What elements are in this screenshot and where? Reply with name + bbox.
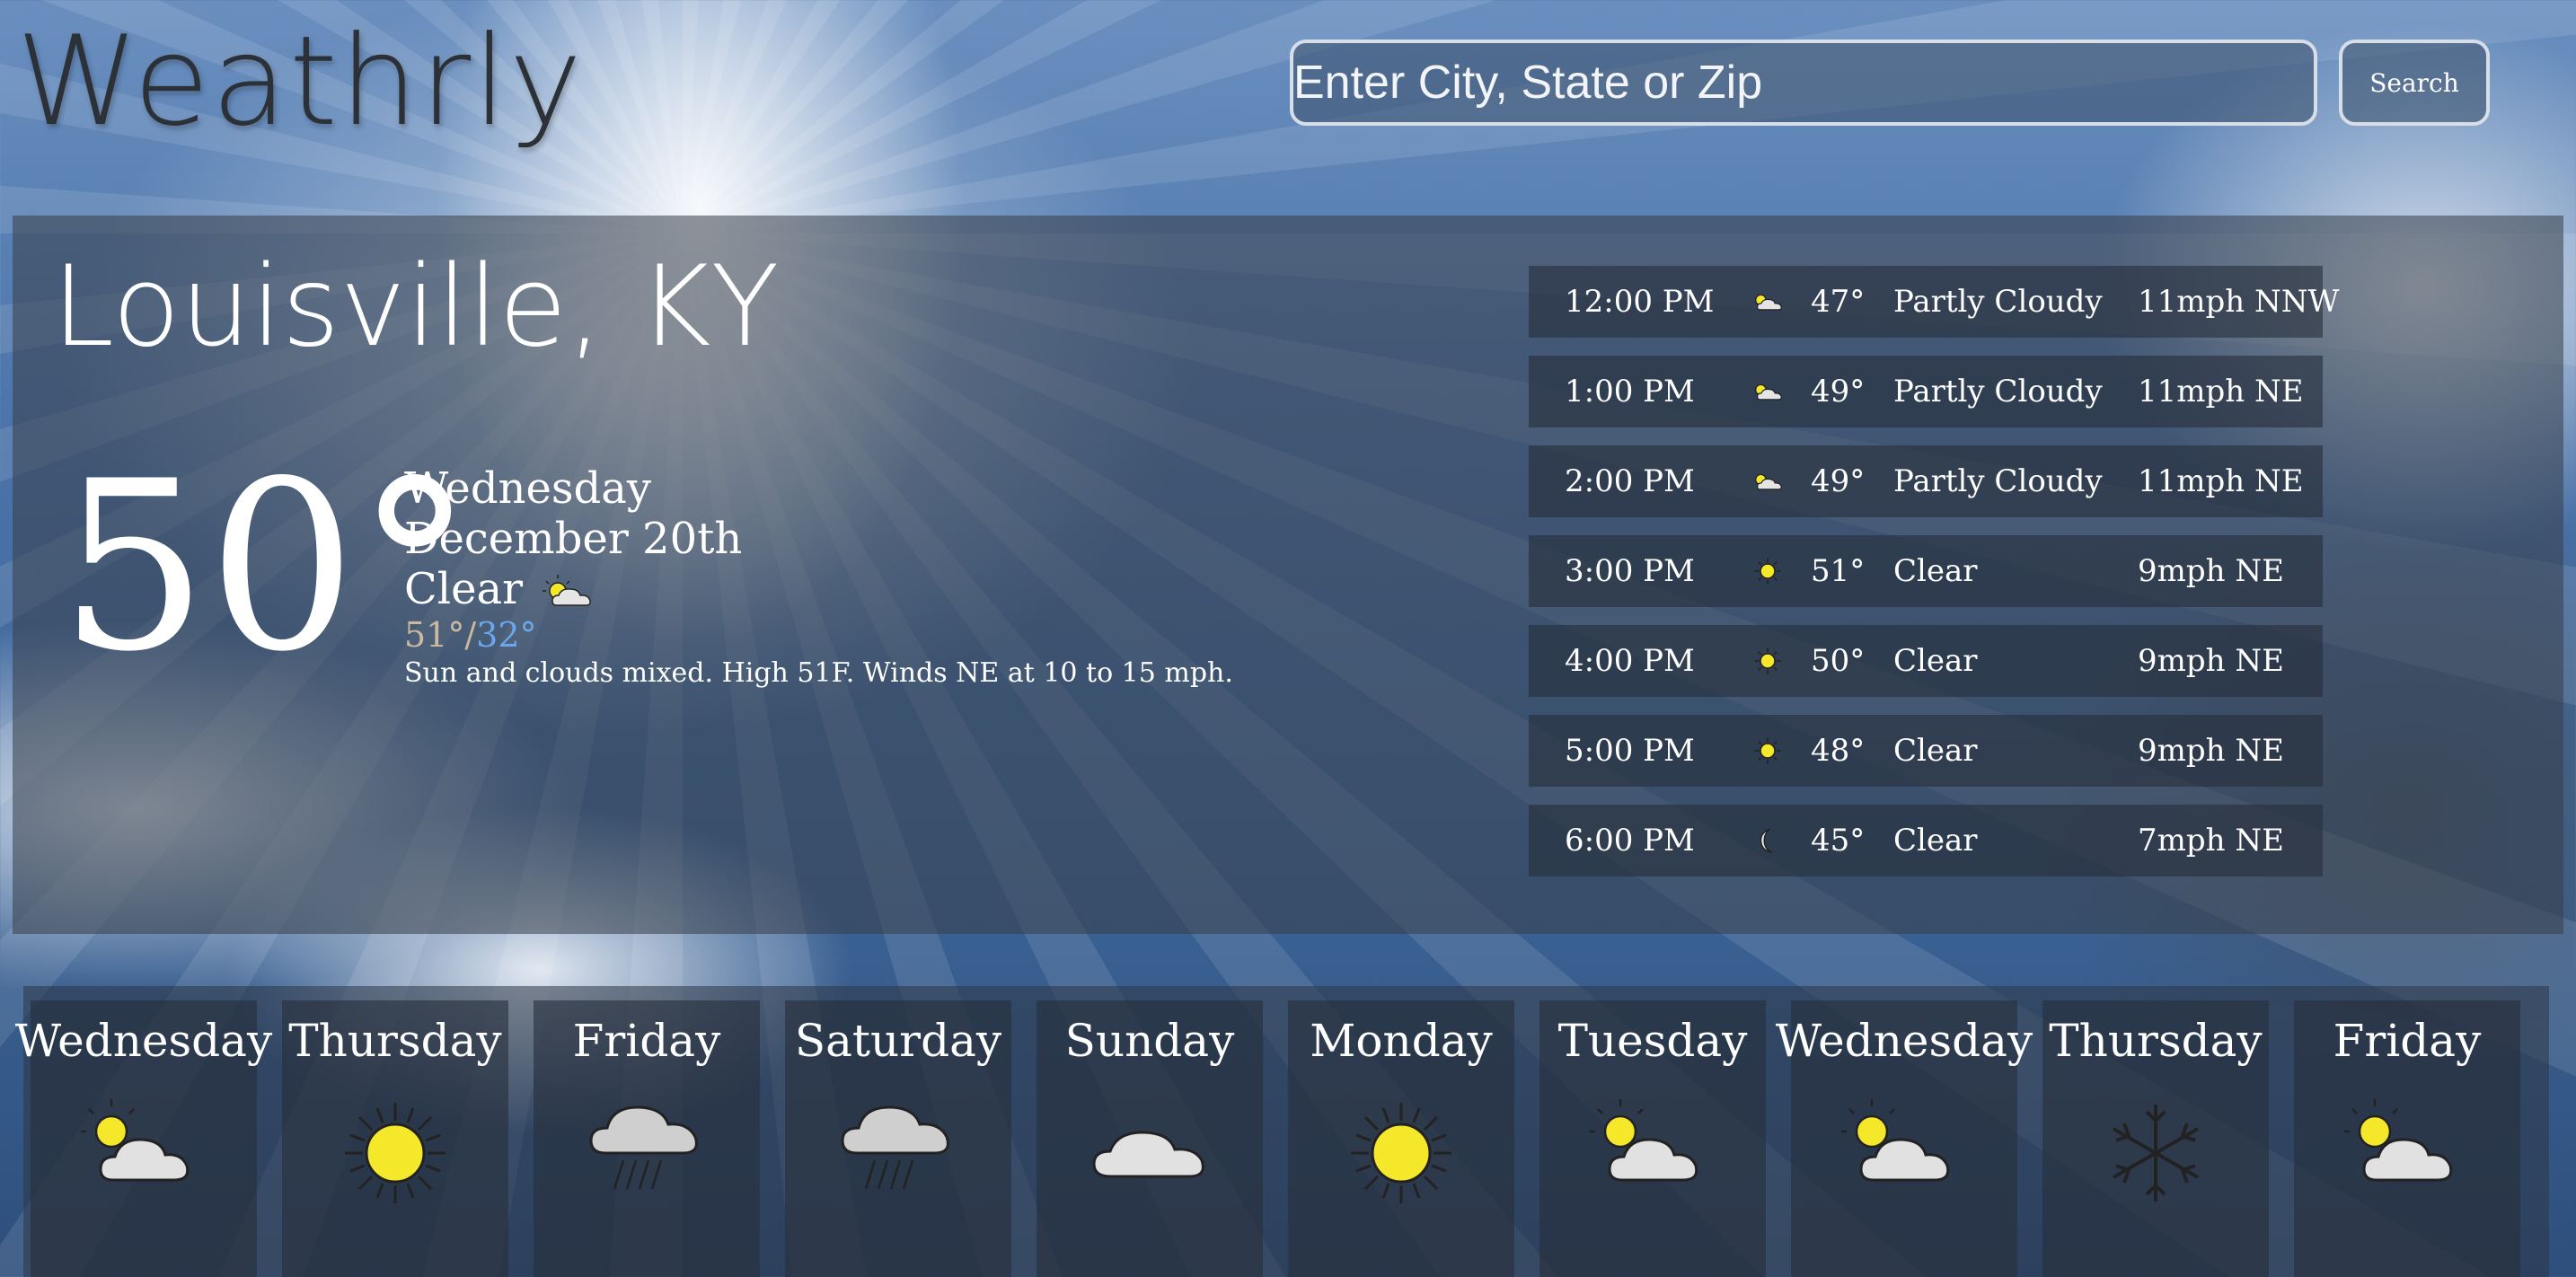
hour-wind: 11mph NE bbox=[2138, 463, 2304, 499]
hourly-row: 5:00 PM 48° Clear 9mph NE bbox=[1529, 715, 2323, 787]
hourly-forecast: 12:00 PM 47° Partly Cloudy 11mph NNW 1:0… bbox=[1529, 266, 2340, 894]
hour-temp: 50° bbox=[1811, 643, 1866, 679]
hour-wind: 11mph NNW bbox=[2138, 284, 2340, 320]
hour-time: 3:00 PM bbox=[1565, 553, 1695, 589]
hour-condition: Clear bbox=[1893, 823, 1978, 859]
hour-temp: 45° bbox=[1811, 823, 1866, 859]
hour-condition: Clear bbox=[1893, 643, 1978, 679]
search-input[interactable] bbox=[1290, 40, 2317, 126]
day-name: Thursday bbox=[2049, 1015, 2263, 1067]
hour-wind: 9mph NE bbox=[2138, 553, 2284, 589]
hourly-row: 4:00 PM 50° Clear 9mph NE bbox=[1529, 625, 2323, 697]
partly-cloudy-icon bbox=[81, 1099, 207, 1189]
partly-cloudy-icon bbox=[1841, 1099, 1967, 1189]
day-card: Tuesday bbox=[1539, 1000, 1766, 1277]
day-name: Friday bbox=[2333, 1015, 2482, 1067]
hour-wind: 11mph NE bbox=[2138, 374, 2304, 410]
location-title: Louisville, KY bbox=[52, 242, 780, 372]
partly-cloudy-icon bbox=[1732, 380, 1804, 403]
search-button[interactable]: Search bbox=[2339, 40, 2490, 126]
hour-time: 2:00 PM bbox=[1565, 463, 1695, 499]
hour-condition: Clear bbox=[1893, 733, 1978, 769]
hilo-separator: / bbox=[464, 615, 477, 655]
hour-time: 12:00 PM bbox=[1565, 284, 1715, 320]
daily-forecast: Wednesday Thursday Friday Saturday Sunda… bbox=[15, 1000, 2520, 1277]
hourly-row: 1:00 PM 49° Partly Cloudy 11mph NE bbox=[1529, 356, 2323, 427]
day-card: Thursday bbox=[2042, 1000, 2269, 1277]
hour-temp: 51° bbox=[1811, 553, 1866, 589]
rain-icon bbox=[835, 1099, 961, 1198]
day-name: Monday bbox=[1310, 1015, 1493, 1067]
day-name: Sunday bbox=[1064, 1015, 1235, 1067]
hour-time: 4:00 PM bbox=[1565, 643, 1695, 679]
sun-icon bbox=[1732, 736, 1804, 765]
moon-icon bbox=[1732, 826, 1804, 855]
day-card: Sunday bbox=[1037, 1000, 1263, 1277]
forecast-summary: Sun and clouds mixed. High 51F. Winds NE… bbox=[404, 657, 1233, 689]
current-condition-row: Clear bbox=[404, 564, 1233, 614]
current-weather-panel: Louisville, KY 50° Wednesday December 20… bbox=[13, 216, 2563, 934]
hour-condition: Partly Cloudy bbox=[1893, 463, 2103, 499]
day-card: Friday bbox=[2294, 1000, 2520, 1277]
hour-wind: 7mph NE bbox=[2138, 823, 2284, 859]
partly-cloudy-icon bbox=[1732, 470, 1804, 493]
day-card: Wednesday bbox=[1776, 1000, 2033, 1277]
day-name: Friday bbox=[572, 1015, 721, 1067]
partly-cloudy-icon bbox=[542, 574, 595, 611]
hourly-row: 6:00 PM 45° Clear 7mph NE bbox=[1529, 805, 2323, 876]
rain-icon bbox=[584, 1099, 710, 1198]
snowflake-icon bbox=[2102, 1099, 2210, 1207]
day-name: Saturday bbox=[794, 1015, 1002, 1067]
current-condition: Clear bbox=[404, 564, 524, 614]
day-card: Wednesday bbox=[15, 1000, 272, 1277]
hour-wind: 9mph NE bbox=[2138, 733, 2284, 769]
high-low: 51°/32° bbox=[404, 614, 1233, 656]
day-name: Tuesday bbox=[1557, 1015, 1748, 1067]
sun-icon bbox=[1732, 647, 1804, 675]
cloud-icon bbox=[1087, 1099, 1213, 1189]
partly-cloudy-icon bbox=[1732, 290, 1804, 313]
hour-temp: 49° bbox=[1811, 374, 1866, 410]
day-card: Monday bbox=[1288, 1000, 1514, 1277]
current-date: December 20th bbox=[404, 514, 743, 564]
partly-cloudy-icon bbox=[1590, 1099, 1716, 1189]
current-details: Wednesday December 20th Clear 51°/32° Su… bbox=[404, 463, 1233, 691]
day-name: Wednesday bbox=[1775, 1015, 2033, 1067]
daily-forecast-panel: Wednesday Thursday Friday Saturday Sunda… bbox=[15, 986, 2549, 1277]
hour-temp: 48° bbox=[1811, 733, 1866, 769]
hour-condition: Clear bbox=[1893, 553, 1978, 589]
low-temp: 32° bbox=[476, 615, 537, 655]
hour-time: 6:00 PM bbox=[1565, 823, 1695, 859]
day-card: Friday bbox=[534, 1000, 760, 1277]
hour-temp: 47° bbox=[1811, 284, 1866, 320]
hour-wind: 9mph NE bbox=[2138, 643, 2284, 679]
hourly-row: 12:00 PM 47° Partly Cloudy 11mph NNW bbox=[1529, 266, 2340, 338]
current-weekday: Wednesday bbox=[404, 463, 651, 514]
sun-icon bbox=[1732, 557, 1804, 586]
day-name: Wednesday bbox=[14, 1015, 273, 1067]
partly-cloudy-icon bbox=[2344, 1099, 2470, 1189]
day-card: Saturday bbox=[785, 1000, 1011, 1277]
hour-temp: 49° bbox=[1811, 463, 1866, 499]
sun-icon bbox=[341, 1099, 449, 1207]
day-name: Thursday bbox=[288, 1015, 502, 1067]
app-logo[interactable]: Weathrly bbox=[16, 9, 584, 154]
hour-time: 1:00 PM bbox=[1565, 374, 1695, 410]
hourly-row: 3:00 PM 51° Clear 9mph NE bbox=[1529, 535, 2323, 607]
hour-time: 5:00 PM bbox=[1565, 733, 1695, 769]
hour-condition: Partly Cloudy bbox=[1893, 374, 2103, 410]
sun-icon bbox=[1347, 1099, 1455, 1207]
hour-condition: Partly Cloudy bbox=[1893, 284, 2103, 320]
hourly-row: 2:00 PM 49° Partly Cloudy 11mph NE bbox=[1529, 445, 2323, 517]
high-temp: 51° bbox=[404, 615, 465, 655]
day-card: Thursday bbox=[282, 1000, 508, 1277]
